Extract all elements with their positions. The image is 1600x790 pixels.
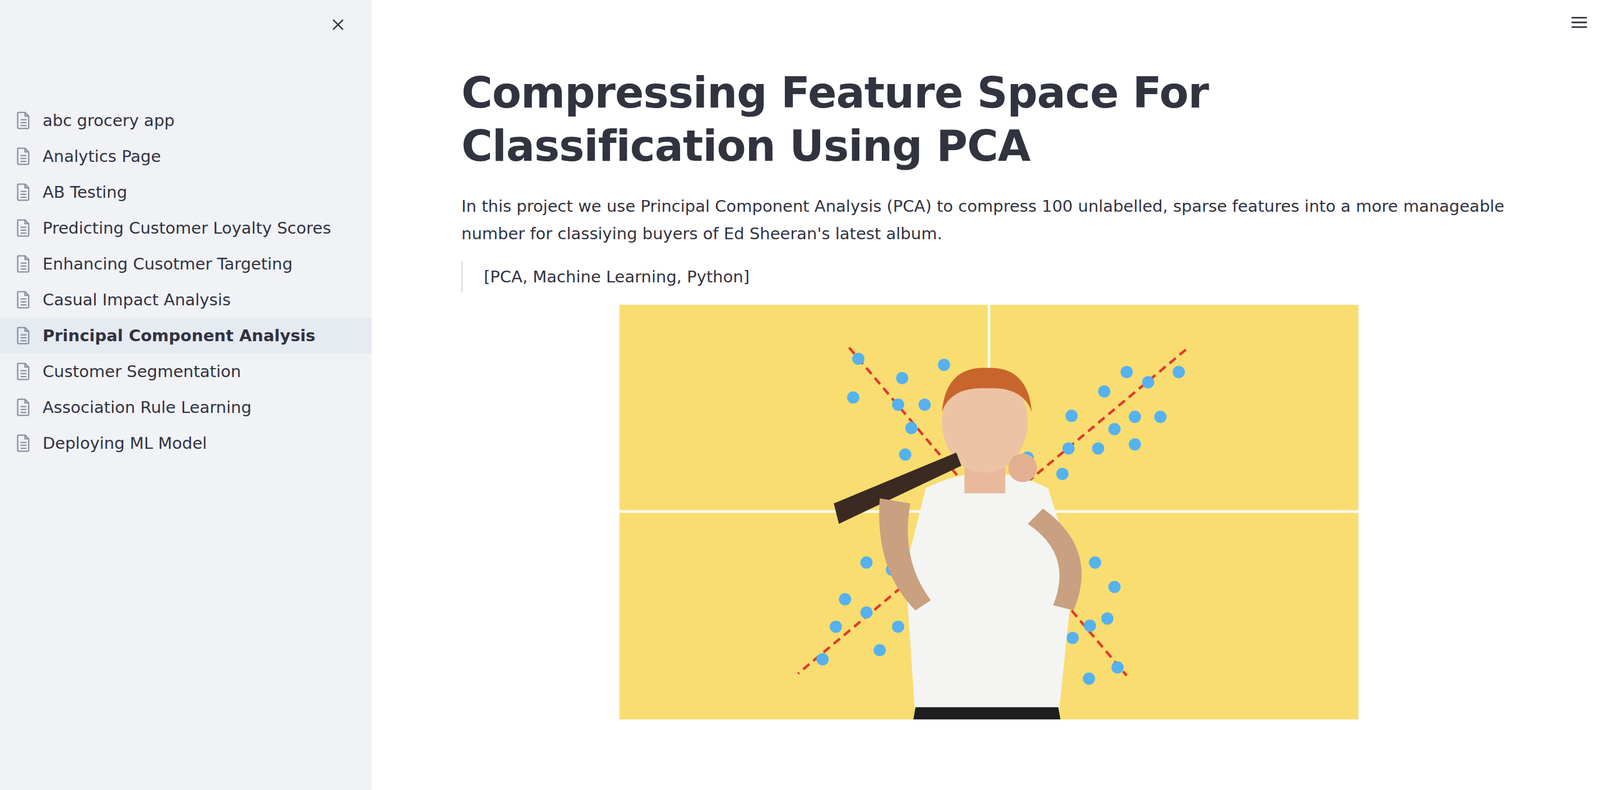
sidebar-item-label: AB Testing <box>42 182 128 202</box>
page-icon <box>14 326 33 346</box>
sidebar-item-label: Deploying ML Model <box>42 433 207 453</box>
page-description: In this project we use Principal Compone… <box>461 192 1516 249</box>
page-icon <box>14 398 33 418</box>
image-row <box>461 304 1516 720</box>
sidebar-item-label: Analytics Page <box>42 146 161 166</box>
sidebar-item[interactable]: Customer Segmentation <box>0 353 372 390</box>
sidebar: abc grocery app Analytics Page AB Testing P… <box>0 0 372 790</box>
page-icon <box>14 146 33 166</box>
hamburger-icon <box>1569 14 1589 31</box>
sidebar-item-label: Principal Component Analysis <box>42 326 316 346</box>
sidebar-item[interactable]: Analytics Page <box>0 138 372 175</box>
sidebar-item[interactable]: AB Testing <box>0 174 372 211</box>
sidebar-item[interactable]: Deploying ML Model <box>0 425 372 462</box>
sidebar-nav: abc grocery app Analytics Page AB Testing P… <box>0 102 372 462</box>
page-icon <box>14 290 33 310</box>
sidebar-header <box>0 0 372 103</box>
sidebar-item[interactable]: abc grocery app <box>0 102 372 139</box>
page-icon <box>14 218 33 238</box>
menu-button[interactable] <box>1566 11 1593 34</box>
page-icon <box>14 254 33 274</box>
page-icon <box>14 111 33 131</box>
page-icon <box>14 362 33 382</box>
close-sidebar-button[interactable] <box>326 13 350 36</box>
hero-image <box>619 304 1359 720</box>
sidebar-item[interactable]: Association Rule Learning <box>0 389 372 426</box>
sidebar-item-label: Customer Segmentation <box>42 362 242 382</box>
sidebar-item[interactable]: Predicting Customer Loyalty Scores <box>0 210 372 247</box>
main-menu <box>1566 11 1593 34</box>
sidebar-item-label: Predicting Customer Loyalty Scores <box>42 218 332 238</box>
main-content: Compressing Feature Space For Classifica… <box>371 0 1600 790</box>
sidebar-item-label: Enhancing Cusotmer Targeting <box>42 254 293 274</box>
page-icon <box>14 433 33 453</box>
tags-quote: [PCA, Machine Learning, Python] <box>461 261 1516 294</box>
close-icon <box>330 16 346 33</box>
sidebar-item-label: abc grocery app <box>42 111 175 131</box>
sidebar-item[interactable]: Principal Component Analysis <box>0 317 372 354</box>
sidebar-item-label: Association Rule Learning <box>42 398 252 418</box>
sidebar-item-label: Casual Impact Analysis <box>42 290 231 310</box>
sidebar-item[interactable]: Casual Impact Analysis <box>0 281 372 318</box>
app: abc grocery app Analytics Page AB Testing P… <box>0 0 1600 790</box>
page-title: Compressing Feature Space For Classifica… <box>461 66 1516 173</box>
page-icon <box>14 182 33 202</box>
sidebar-item[interactable]: Enhancing Cusotmer Targeting <box>0 246 372 282</box>
